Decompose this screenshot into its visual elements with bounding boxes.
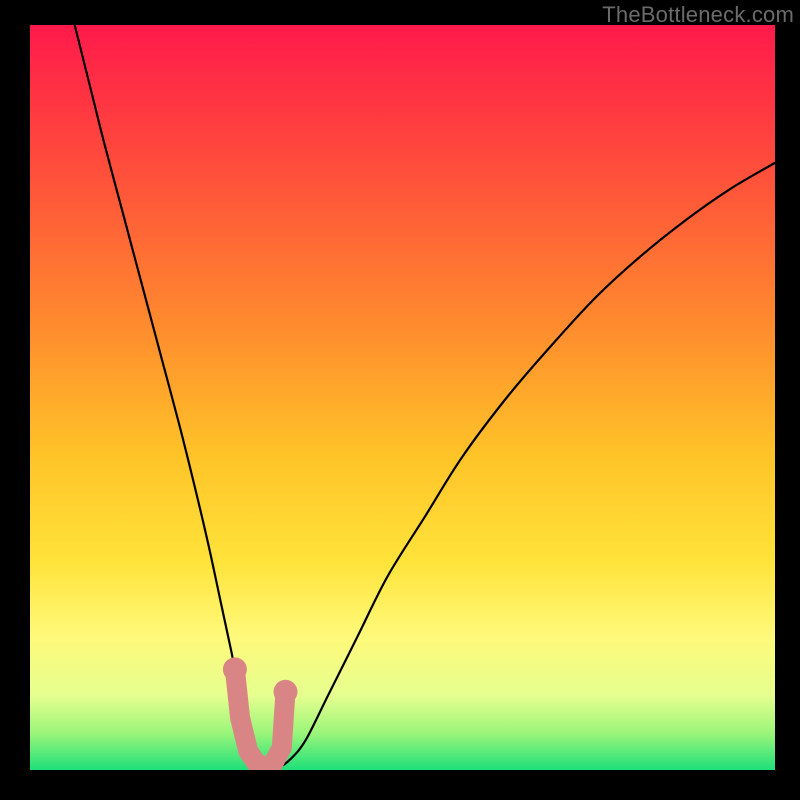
series-highlight-marker-endpoint — [223, 657, 247, 681]
gradient-background — [30, 25, 775, 770]
chart-svg — [30, 25, 775, 770]
series-highlight-marker-endpoint — [274, 680, 298, 704]
plot-area — [30, 25, 775, 770]
chart-frame: TheBottleneck.com — [0, 0, 800, 800]
